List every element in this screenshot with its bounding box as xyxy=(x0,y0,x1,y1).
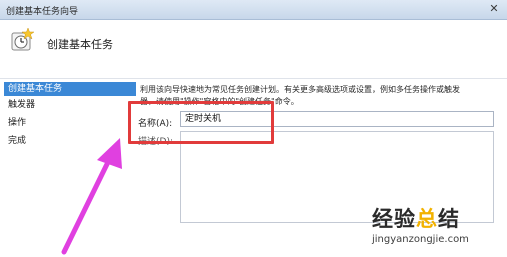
description-line: 利用该向导快速地为常见任务创建计划。有关更多高级选项或设置，例如多任务操作或触发 xyxy=(140,85,460,94)
window-title: 创建基本任务向导 xyxy=(6,7,79,17)
watermark-url: jingyanzongjie.com xyxy=(372,234,469,245)
nav-item-create-basic-task[interactable]: 创建基本任务 xyxy=(4,82,136,96)
watermark-logo: 经验总结 xyxy=(372,207,460,231)
title-bar: 创建基本任务向导 ✕ xyxy=(0,0,507,20)
nav-item-trigger[interactable]: 触发器 xyxy=(4,98,136,112)
close-icon[interactable]: ✕ xyxy=(487,2,501,16)
highlight-box xyxy=(128,101,274,144)
header-divider xyxy=(0,78,507,79)
watermark: 经验总结 jingyanzongjie.com xyxy=(372,203,504,255)
pointer-arrow xyxy=(61,138,122,255)
wizard-header: 创建基本任务 xyxy=(0,20,507,78)
nav-item-action[interactable]: 操作 xyxy=(4,116,136,130)
page-heading: 创建基本任务 xyxy=(47,38,113,51)
task-wizard-icon xyxy=(11,27,35,51)
